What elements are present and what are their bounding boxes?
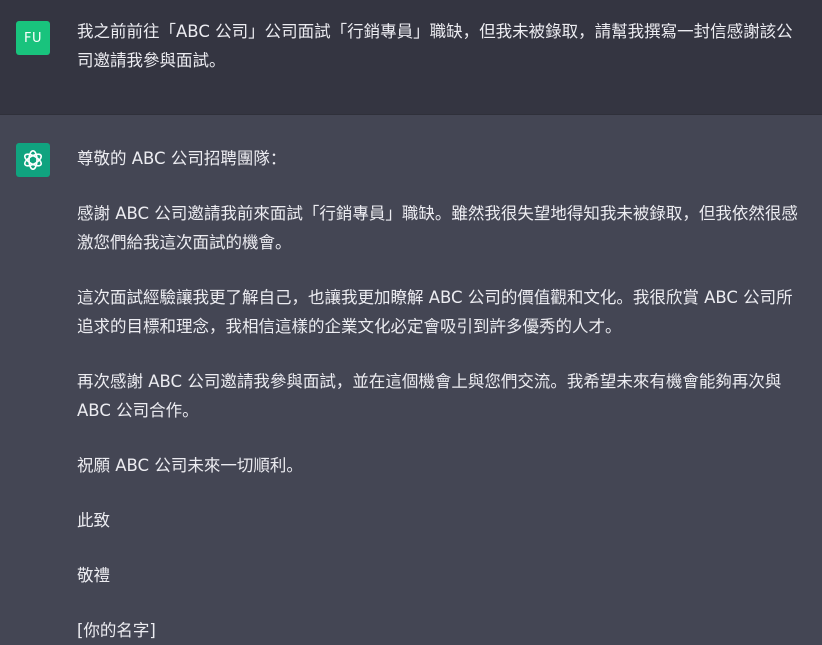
- message-paragraph: 再次感謝 ABC 公司邀請我參與面試，並在這個機會上與您們交流。我希望未來有機會…: [77, 372, 782, 420]
- user-message-text: 我之前前往「ABC 公司」公司面試「行銷專員」職缺，但我未被錄取，請幫我撰寫一封…: [77, 22, 793, 70]
- closing-line: 敬禮: [77, 566, 110, 585]
- message-paragraph: 祝願 ABC 公司未來一切順利。: [77, 456, 303, 475]
- message-paragraph: 感謝 ABC 公司邀請我前來面試「行銷專員」職缺。雖然我很失望地得知我未被錄取，…: [77, 204, 798, 252]
- assistant-message-body: 尊敬的 ABC 公司招聘團隊： 感謝 ABC 公司邀請我前來面試「行銷專員」職缺…: [77, 144, 809, 645]
- user-avatar: FU: [16, 21, 50, 55]
- assistant-message-row: 尊敬的 ABC 公司招聘團隊： 感謝 ABC 公司邀請我前來面試「行銷專員」職缺…: [0, 115, 822, 645]
- user-avatar-initials: FU: [24, 30, 42, 46]
- user-message-row: FU 我之前前往「ABC 公司」公司面試「行銷專員」職缺，但我未被錄取，請幫我撰…: [0, 0, 822, 115]
- message-paragraph: 這次面試經驗讓我更了解自己，也讓我更加瞭解 ABC 公司的價值觀和文化。我很欣賞…: [77, 288, 793, 336]
- openai-logo-icon: [23, 150, 43, 170]
- closing-line: 此致: [77, 511, 110, 530]
- assistant-avatar: [16, 143, 50, 177]
- signature-placeholder: [你的名字]: [77, 621, 156, 640]
- salutation: 尊敬的 ABC 公司招聘團隊：: [77, 149, 287, 168]
